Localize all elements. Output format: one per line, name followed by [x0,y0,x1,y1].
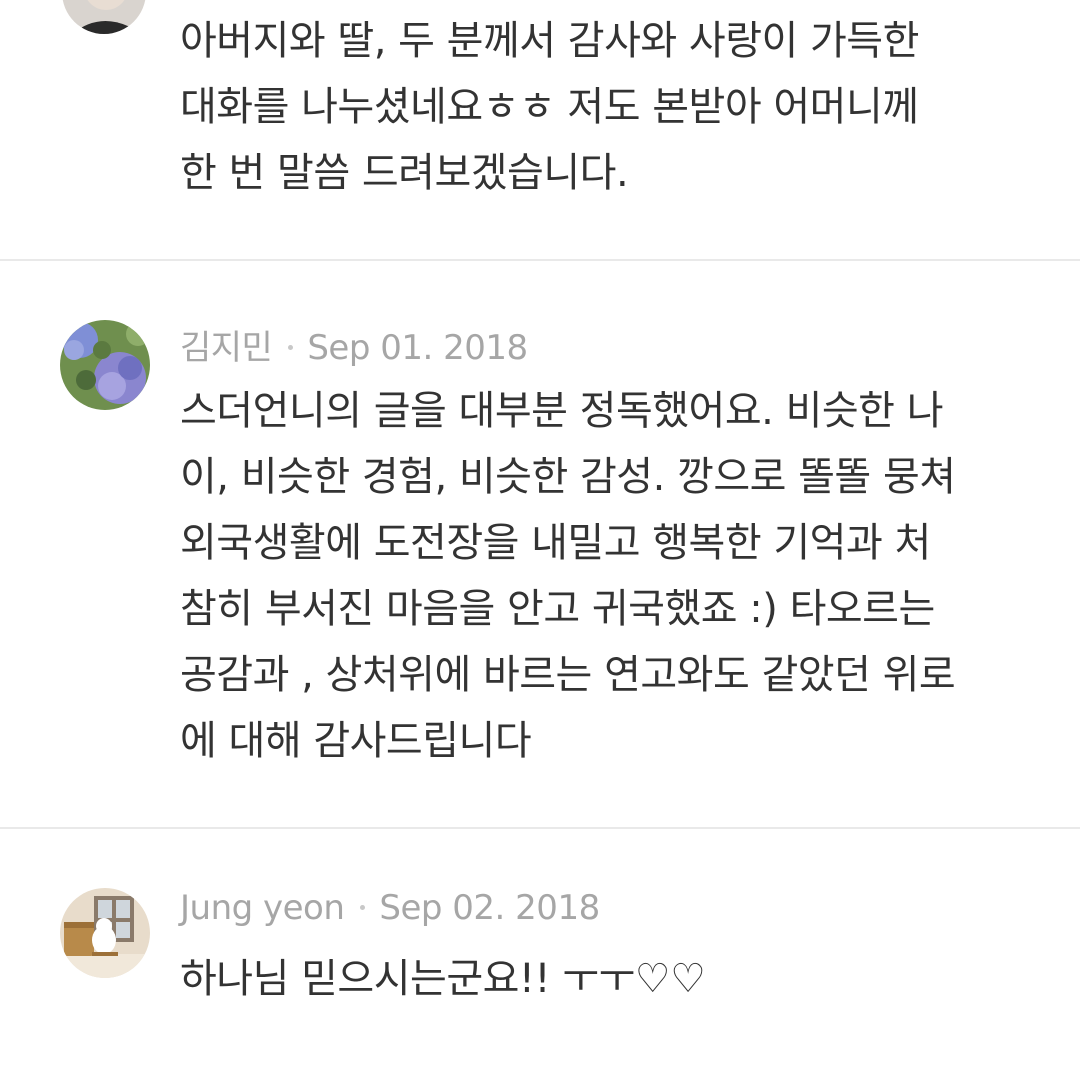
avatar[interactable] [60,320,150,410]
comment-date: Sep 02. 2018 [379,888,600,928]
avatar[interactable] [60,888,150,978]
comment-meta: Jung yeon Sep 02. 2018 [180,888,600,928]
hydrangea-avatar-icon [60,320,150,410]
comment-text: 아버지와 딸, 두 분께서 감사와 사랑이 가득한 대화를 나누셨네요ㅎㅎ 저도… [180,18,919,196]
comment-author[interactable]: Jung yeon [180,888,345,928]
separator-dot-icon [288,345,294,350]
comment-meta: 김지민 Sep 01. 2018 [180,320,528,369]
separator-dot-icon [360,905,366,910]
comment-text: 하나님 믿으시는군요!! ㅜㅜ♡♡ [180,956,706,1002]
bear-piano-avatar-icon [60,888,150,978]
comment-item: 김지민 Sep 01. 2018 스더언니의 글을 대부분 정독했어요. 비슷한 … [0,260,1080,828]
comment-date: Sep 01. 2018 [307,328,528,368]
comment-author[interactable]: 김지민 [180,328,273,368]
comment-text: 스더언니의 글을 대부분 정독했어요. 비슷한 나 이, 비슷한 경험, 비슷한… [180,388,956,764]
comment-item: 아버지와 딸, 두 분께서 감사와 사랑이 가득한 대화를 나누셨네요ㅎㅎ 저도… [0,0,1080,260]
person-avatar-icon [62,0,146,34]
avatar[interactable] [62,0,146,34]
comment-item: Jung yeon Sep 02. 2018 하나님 믿으시는군요!! ㅜㅜ♡♡ [0,828,1080,1072]
